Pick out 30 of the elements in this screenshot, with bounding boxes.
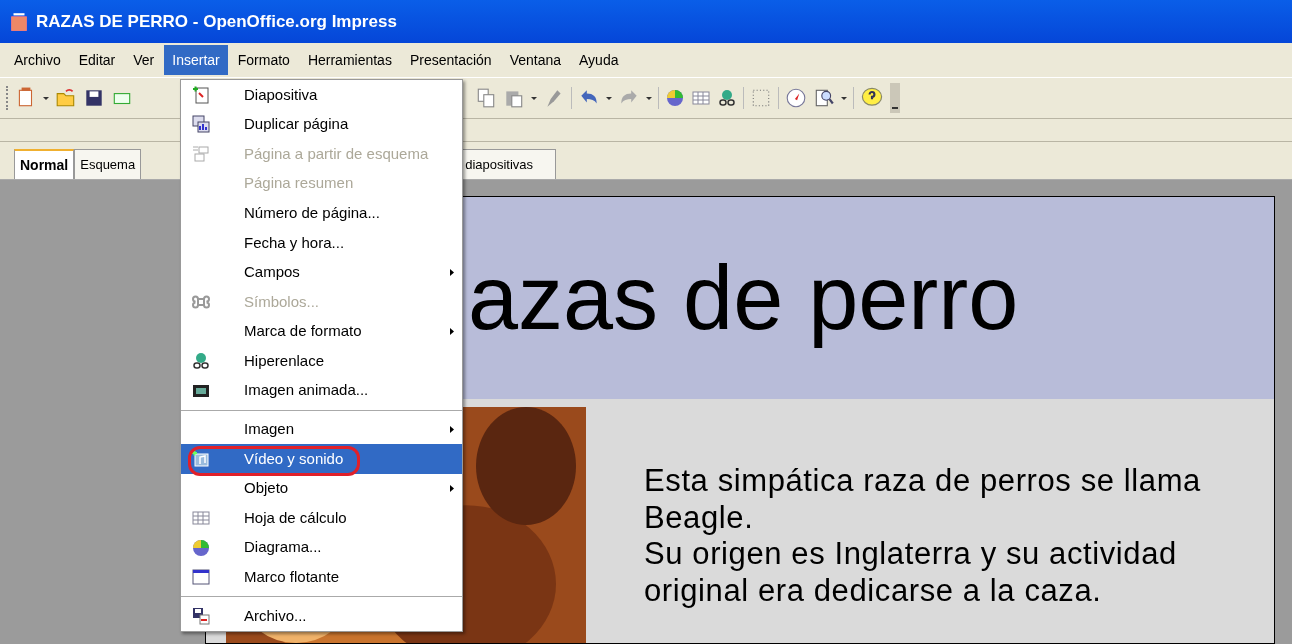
menu-item[interactable]: Imagen animada... <box>181 375 462 406</box>
menu-bar-item[interactable]: Formato <box>229 45 298 75</box>
menu-item[interactable]: Vídeo y sonido <box>181 444 462 474</box>
menu-item[interactable]: Diagrama... <box>181 532 462 563</box>
menu-item[interactable]: Marca de formato <box>181 316 462 347</box>
slide-title: azas de perro <box>468 247 1019 350</box>
menu-item[interactable]: Número de página... <box>181 198 462 228</box>
menu-item[interactable]: Fecha y hora... <box>181 227 462 258</box>
menu-bar-item[interactable]: Editar <box>70 45 124 75</box>
menu-bar-item[interactable]: Insertar <box>164 45 228 75</box>
slide-body-text: Esta simpática raza de perros se llama Beagle. <box>644 463 1202 536</box>
menu-bar-item[interactable]: Ver <box>125 45 163 75</box>
menu-bar-item[interactable]: Ventana <box>501 45 569 75</box>
menu-item[interactable]: Marco flotante <box>181 562 462 593</box>
menu-item[interactable]: Diapositiva <box>181 80 462 110</box>
menu-item[interactable]: Hiperenlace <box>181 346 462 376</box>
menu-item[interactable]: Objeto <box>181 473 462 504</box>
menu-bar-item[interactable]: Herramientas <box>299 45 400 75</box>
menu-item[interactable]: Hoja de cálculo <box>181 503 462 533</box>
menu-item[interactable]: Archivo... <box>181 601 462 631</box>
window-title: RAZAS DE PERRO - OpenOffice.org Impress <box>36 10 397 33</box>
menu-item[interactable]: Campos <box>181 257 462 288</box>
menu-item[interactable]: Imagen <box>181 414 462 445</box>
menu-bar-item[interactable]: Ayuda <box>571 45 627 75</box>
menu-bar-item[interactable]: Presentación <box>401 45 500 75</box>
view-tab[interactable]: Esquema <box>74 149 142 179</box>
slide-body-text: Su origen es Inglaterra y su actividad original era dedicarse a la caza. <box>644 536 1178 609</box>
view-tab[interactable]: Normal <box>14 149 75 179</box>
menu-item[interactable]: Duplicar página <box>181 109 462 140</box>
menu-bar-item[interactable]: Archivo <box>6 45 69 75</box>
